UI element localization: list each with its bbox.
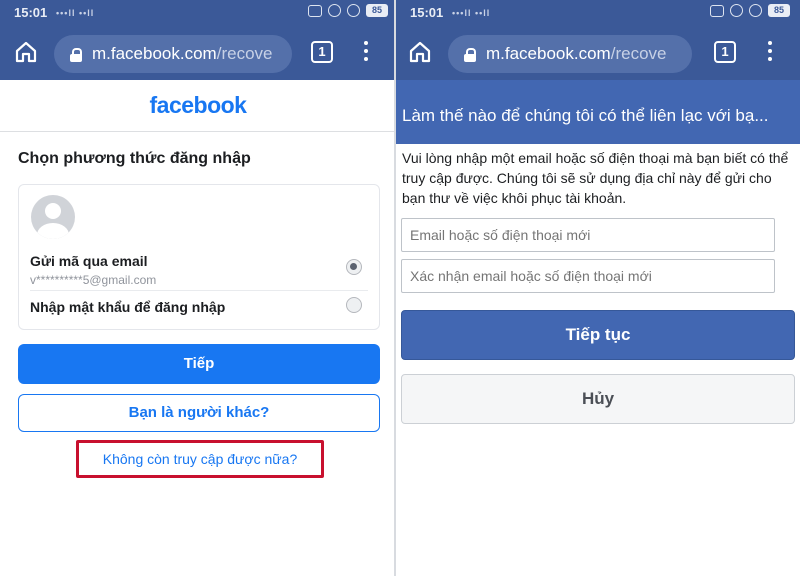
option-send-email-code[interactable]: Gửi mã qua email v**********5@gmail.com — [19, 251, 379, 291]
facebook-header: facebook — [0, 80, 396, 132]
status-bar: 15:01 •••ll ••ll 85 — [0, 0, 396, 26]
sync-icon — [328, 4, 341, 17]
page-title: Làm thế nào để chúng tôi có thể liên lạc… — [396, 80, 800, 144]
status-bar: 15:01 •••ll ••ll 85 — [396, 0, 800, 26]
cast-icon — [308, 4, 322, 17]
status-time: 15:01 — [410, 5, 444, 20]
battery-icon: 85 — [768, 4, 790, 17]
avatar — [31, 195, 75, 239]
option-email-label: Gửi mã qua email — [30, 253, 148, 269]
sync-icon — [730, 4, 743, 17]
instruction-text: Vui lòng nhập một email hoặc số điện tho… — [402, 150, 789, 206]
cancel-button[interactable]: Hủy — [401, 374, 795, 424]
url-domain: m.facebook.com — [92, 44, 217, 63]
cast-icon — [710, 4, 724, 17]
left-phone-screen: 15:01 •••ll ••ll 85 m.facebook.com/recov… — [0, 0, 396, 576]
option-email-address: v**********5@gmail.com — [30, 273, 157, 287]
next-button[interactable]: Tiếp — [18, 344, 380, 384]
login-method-section: Chọn phương thức đăng nhập Gửi mã qua em… — [0, 132, 396, 576]
not-you-button[interactable]: Bạn là người khác? — [18, 394, 380, 432]
confirm-contact-input[interactable] — [401, 259, 775, 293]
home-icon[interactable] — [408, 40, 432, 64]
page-title: Chọn phương thức đăng nhập — [18, 150, 251, 167]
tab-switcher-button[interactable]: 1 — [714, 41, 736, 63]
overflow-menu-icon[interactable] — [767, 39, 773, 65]
browser-toolbar: m.facebook.com/recove 1 — [396, 26, 800, 80]
screenshot-root: 15:01 •••ll ••ll 85 m.facebook.com/recov… — [0, 0, 800, 576]
right-phone-screen: 15:01 •••ll ••ll 85 m.facebook.com/recov… — [396, 0, 800, 576]
status-time: 15:01 — [14, 5, 48, 20]
option-password-label: Nhập mật khẩu để đăng nhập — [30, 299, 226, 315]
radio-email-selected[interactable] — [346, 259, 362, 275]
signal-icon: •••ll ••ll — [56, 8, 95, 18]
url-path: /recove — [216, 44, 273, 63]
highlight-box: Không còn truy cập được nữa? — [76, 440, 324, 478]
continue-button[interactable]: Tiếp tục — [401, 310, 795, 360]
status-icons: 85 — [710, 4, 790, 17]
status-icons: 85 — [308, 4, 388, 17]
facebook-logo[interactable]: facebook — [0, 80, 396, 130]
url-domain: m.facebook.com — [486, 44, 611, 63]
battery-icon: 85 — [366, 4, 388, 17]
alarm-icon — [347, 4, 360, 17]
no-longer-have-access-link[interactable]: Không còn truy cập được nữa? — [79, 443, 321, 475]
address-bar[interactable]: m.facebook.com/recove — [54, 35, 292, 73]
lock-icon — [70, 47, 82, 62]
alarm-icon — [749, 4, 762, 17]
option-enter-password[interactable]: Nhập mật khẩu để đăng nhập — [19, 295, 379, 323]
overflow-menu-icon[interactable] — [363, 39, 369, 65]
tab-switcher-button[interactable]: 1 — [311, 41, 333, 63]
signal-icon: •••ll ••ll — [452, 8, 491, 18]
home-icon[interactable] — [14, 40, 38, 64]
lock-icon — [464, 47, 476, 62]
radio-password[interactable] — [346, 297, 362, 313]
url-path: /recove — [610, 44, 667, 63]
address-bar[interactable]: m.facebook.com/recove — [448, 35, 692, 73]
login-options-card: Gửi mã qua email v**********5@gmail.com … — [18, 184, 380, 330]
divider — [30, 290, 368, 291]
browser-toolbar: m.facebook.com/recove 1 — [0, 26, 396, 80]
new-contact-input[interactable] — [401, 218, 775, 252]
